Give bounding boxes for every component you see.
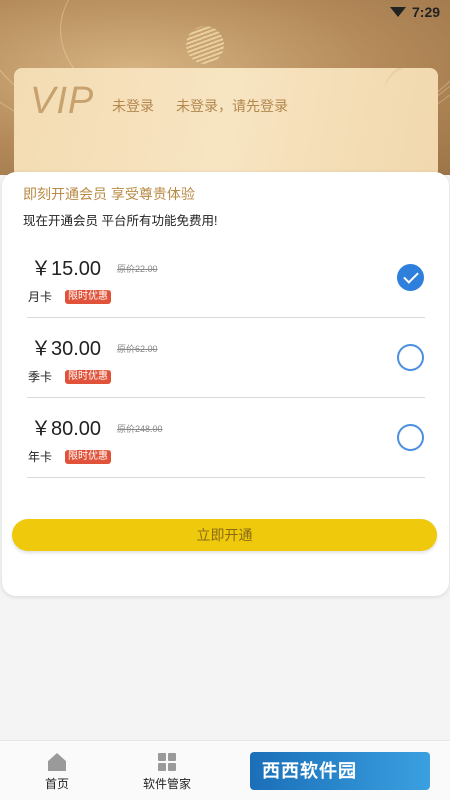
tab-software-manager[interactable]: 软件管家 [122,741,212,800]
decorative-sphere [186,26,224,64]
plan-original-price: 原价62.00 [117,344,158,354]
plan-monthly[interactable]: ￥15.00 原价22.00 月卡 限时优惠 [27,238,425,318]
login-prompt-link[interactable]: 未登录，请先登录 [176,96,288,116]
tab-home[interactable]: 首页 [12,741,102,800]
plan-name: 年卡 [28,450,53,464]
wifi-icon [390,7,406,17]
tab-label: 软件管家 [142,777,191,791]
discount-badge: 限时优惠 [65,450,111,464]
status-bar: 7:29 [0,0,450,24]
tab-label: 首页 [44,777,69,791]
plan-radio[interactable] [397,344,424,371]
plan-price: ￥15.00 [31,258,102,280]
plan-name: 月卡 [28,290,53,304]
plan-yearly[interactable]: ￥80.00 原价248.00 年卡 限时优惠 [27,398,425,478]
home-icon [48,753,66,771]
login-status: 未登录 [112,98,154,114]
plan-price: ￥80.00 [31,418,102,440]
vip-logo: VIP [30,80,95,122]
plan-radio[interactable] [397,424,424,451]
discount-badge: 限时优惠 [65,370,111,384]
plan-original-price: 原价22.00 [117,264,158,274]
open-membership-button[interactable]: 立即开通 [12,519,437,551]
discount-badge: 限时优惠 [65,290,111,304]
watermark-logo: 西西软件园 [250,752,430,790]
plan-price: ￥30.00 [31,338,102,360]
plan-quarterly[interactable]: ￥30.00 原价62.00 季卡 限时优惠 [27,318,425,398]
ribbon-decoration [378,68,438,112]
panel-title: 即刻开通会员 享受尊贵体验 [23,186,195,202]
plan-name: 季卡 [28,370,53,384]
grid-icon [158,753,176,771]
plan-radio-checked[interactable] [397,264,424,291]
panel-subtitle: 现在开通会员 平台所有功能免费用! [23,214,218,228]
plan-original-price: 原价248.00 [117,424,163,434]
vip-card: VIP 未登录 未登录，请先登录 [14,68,438,178]
status-time: 7:29 [412,4,441,20]
